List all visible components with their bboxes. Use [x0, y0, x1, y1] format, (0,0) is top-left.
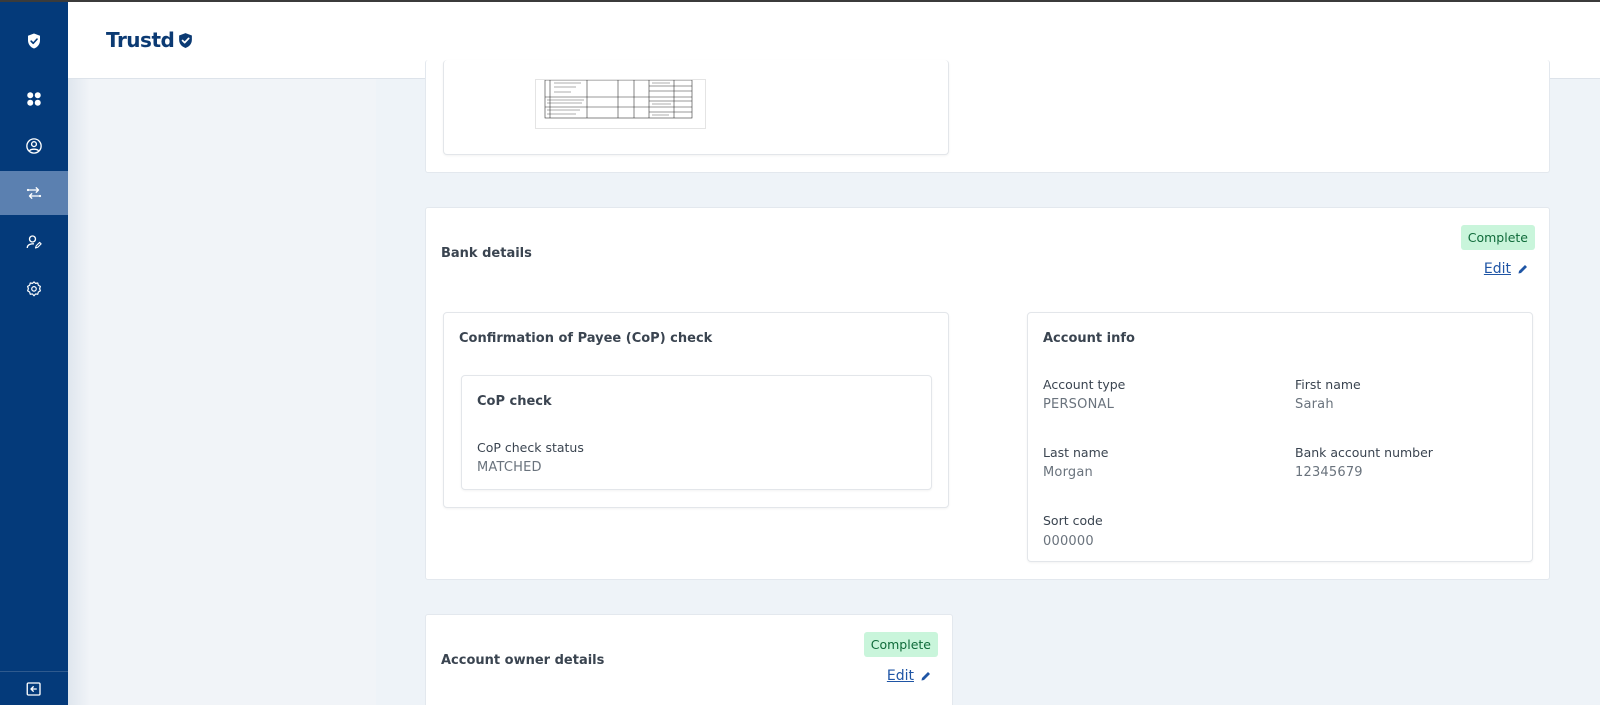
- bank-details-title: Bank details: [441, 246, 532, 261]
- sidebar-item-transactions[interactable]: [0, 171, 68, 215]
- sidebar-item-users[interactable]: [0, 220, 68, 264]
- sidebar-item-home[interactable]: [0, 19, 68, 63]
- cop-status-value: MATCHED: [477, 460, 542, 475]
- sidebar-item-profile[interactable]: [0, 124, 68, 168]
- bank-account-number-label: Bank account number: [1295, 445, 1433, 460]
- account-owner-status-badge: Complete: [863, 632, 938, 657]
- left-panel: [68, 79, 376, 705]
- bank-account-number-value: 12345679: [1295, 465, 1363, 480]
- account-type-label: Account type: [1043, 377, 1126, 392]
- dashboard-icon: [27, 92, 41, 106]
- pencil-icon: [921, 672, 930, 681]
- first-name-label: First name: [1295, 377, 1361, 392]
- pencil-icon: [1518, 265, 1527, 274]
- brand-logo[interactable]: Trustd: [106, 28, 194, 52]
- cop-check-inner-card: CoP check CoP check status MATCHED: [461, 375, 932, 490]
- last-name-value: Morgan: [1043, 465, 1093, 480]
- brand-shield-icon: [179, 32, 193, 48]
- account-info-card: Account info Account type PERSONAL First…: [1027, 312, 1533, 562]
- sidebar: [0, 2, 68, 705]
- user-circle-icon: [26, 138, 42, 154]
- bank-details-edit-button[interactable]: Edit: [1484, 261, 1529, 277]
- cop-check-card: Confirmation of Payee (CoP) check CoP ch…: [443, 312, 949, 508]
- transfer-icon: [26, 187, 42, 199]
- settings-icon: [27, 281, 41, 297]
- logout-icon: [26, 681, 41, 696]
- account-type-value: PERSONAL: [1043, 397, 1115, 412]
- sort-code-value: 000000: [1043, 534, 1094, 549]
- brand-name: Trustd: [106, 28, 175, 52]
- account-owner-title: Account owner details: [441, 653, 605, 668]
- cop-title: Confirmation of Payee (CoP) check: [459, 331, 713, 346]
- document-thumbnail[interactable]: [535, 79, 706, 129]
- cop-status-label: CoP check status: [477, 440, 584, 455]
- bank-details-status-badge: Complete: [1460, 225, 1535, 250]
- last-name-label: Last name: [1043, 445, 1109, 460]
- user-edit-icon: [26, 235, 42, 249]
- bank-details-card: Bank details Complete Edit Confirmation …: [425, 207, 1550, 580]
- sort-code-label: Sort code: [1043, 513, 1103, 528]
- cop-check-title: CoP check: [477, 394, 552, 409]
- first-name-value: Sarah: [1295, 397, 1334, 412]
- sidebar-logout[interactable]: [0, 671, 68, 705]
- account-owner-edit-button[interactable]: Edit: [887, 668, 932, 684]
- shield-check-icon: [28, 33, 40, 49]
- window-top-border: [0, 0, 1600, 2]
- account-owner-card: Account owner details Complete Edit: [425, 614, 953, 705]
- sidebar-item-dashboard[interactable]: [0, 77, 68, 121]
- edit-label: Edit: [1483, 261, 1511, 277]
- account-info-title: Account info: [1043, 331, 1135, 346]
- edit-label: Edit: [886, 668, 914, 684]
- document-image: [544, 79, 693, 119]
- sidebar-item-settings[interactable]: [0, 267, 68, 311]
